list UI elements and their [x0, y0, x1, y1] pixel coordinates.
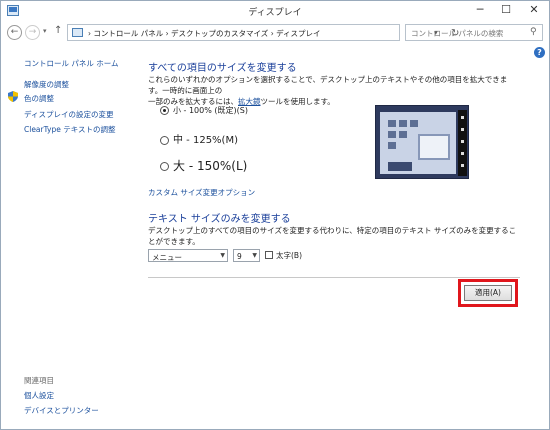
size-option-label: 大 - 150%(L)	[173, 159, 248, 173]
display-window: ディスプレイ ─ ☐ ✕ ← → ▾ ↑ › コントロール パネル › デスクト…	[0, 0, 550, 430]
font-size-select[interactable]: 9 ▼	[233, 249, 260, 262]
control-panel-icon	[72, 28, 83, 37]
up-button[interactable]: ↑	[54, 25, 62, 36]
item-select-value: メニュー	[152, 253, 182, 262]
preview-tile	[388, 142, 396, 149]
forward-button[interactable]: →	[25, 25, 40, 40]
sidebar-item-devices-printers[interactable]: デバイスとプリンター	[24, 405, 99, 416]
related-caption: 関連項目	[24, 376, 54, 385]
preview-charms-bar	[458, 110, 467, 176]
preview-tile	[388, 131, 396, 138]
item-select[interactable]: メニュー ▼	[148, 249, 228, 262]
breadcrumb[interactable]: › コントロール パネル › デスクトップのカスタマイズ › ディスプレイ	[88, 28, 321, 39]
size-option-label: 中 - 125%(M)	[173, 135, 238, 146]
maximize-button[interactable]: ☐	[493, 1, 519, 20]
preview-tile	[399, 131, 407, 138]
size-section-heading: すべての項目のサイズを変更する	[148, 63, 297, 74]
size-option-large[interactable]: 大 - 150%(L)	[160, 157, 247, 174]
bold-checkbox[interactable]: 太字(B)	[265, 250, 302, 261]
sidebar-home-link[interactable]: コントロール パネル ホーム	[24, 58, 119, 69]
custom-sizing-link[interactable]: カスタム サイズ変更オプション	[148, 187, 255, 198]
text-size-description: デスクトップ上のすべての項目のサイズを変更する代わりに、特定の項目のテキスト サ…	[148, 226, 517, 246]
sidebar-item-display-settings[interactable]: ディスプレイの設定の変更	[24, 109, 113, 120]
search-icon[interactable]: ⚲	[530, 27, 537, 37]
radio-button[interactable]	[160, 162, 169, 171]
description-line: これらのいずれかのオプションを選択することで、デスクトップ上のテキストやその他の…	[148, 75, 508, 95]
preview-screen	[380, 112, 456, 174]
help-icon[interactable]: ?	[534, 47, 545, 58]
apply-button[interactable]: 適用(A)	[464, 285, 512, 301]
description-text: ツールを使用します。	[260, 97, 335, 106]
minimize-button[interactable]: ─	[467, 1, 493, 20]
recent-locations-chevron-icon[interactable]: ▾	[43, 27, 47, 35]
bold-label: 太字(B)	[276, 251, 302, 260]
chevron-down-icon: ▼	[220, 252, 225, 259]
chevron-down-icon: ▼	[252, 252, 257, 259]
font-size-value: 9	[237, 252, 242, 261]
sidebar-item-resolution[interactable]: 解像度の調整	[24, 79, 69, 90]
title-bar: ディスプレイ ─ ☐ ✕	[1, 1, 549, 21]
sidebar-item-cleartype[interactable]: ClearType テキストの調整	[24, 124, 116, 135]
preview-taskbar	[388, 162, 412, 171]
preview-tile	[399, 120, 407, 127]
shield-icon	[8, 91, 18, 102]
sidebar-item-personalization[interactable]: 個人設定	[24, 390, 54, 401]
preview-window	[418, 134, 450, 160]
radio-button[interactable]	[160, 135, 169, 145]
preview-tile	[410, 120, 418, 127]
size-option-small[interactable]: 小 - 100% (既定)(S)	[160, 105, 248, 116]
preview-tile	[388, 120, 396, 127]
search-input[interactable]: コントロール パネルの検索 ⚲	[405, 24, 543, 41]
divider	[148, 277, 520, 278]
address-bar[interactable]: › コントロール パネル › デスクトップのカスタマイズ › ディスプレイ ▾ …	[67, 24, 459, 41]
sidebar-item-color[interactable]: 色の調整	[24, 93, 54, 104]
size-section-description: これらのいずれかのオプションを選択することで、デスクトップ上のテキストやその他の…	[148, 74, 518, 107]
checkbox[interactable]	[265, 251, 273, 259]
size-option-label: 小 - 100% (既定)(S)	[173, 106, 248, 115]
search-placeholder: コントロール パネルの検索	[411, 29, 504, 38]
back-button[interactable]: ←	[7, 25, 22, 40]
close-button[interactable]: ✕	[519, 1, 549, 20]
text-size-heading: テキスト サイズのみを変更する	[148, 214, 291, 225]
radio-button[interactable]	[160, 106, 169, 115]
display-preview-image	[375, 105, 469, 179]
size-option-medium[interactable]: 中 - 125%(M)	[160, 131, 238, 146]
